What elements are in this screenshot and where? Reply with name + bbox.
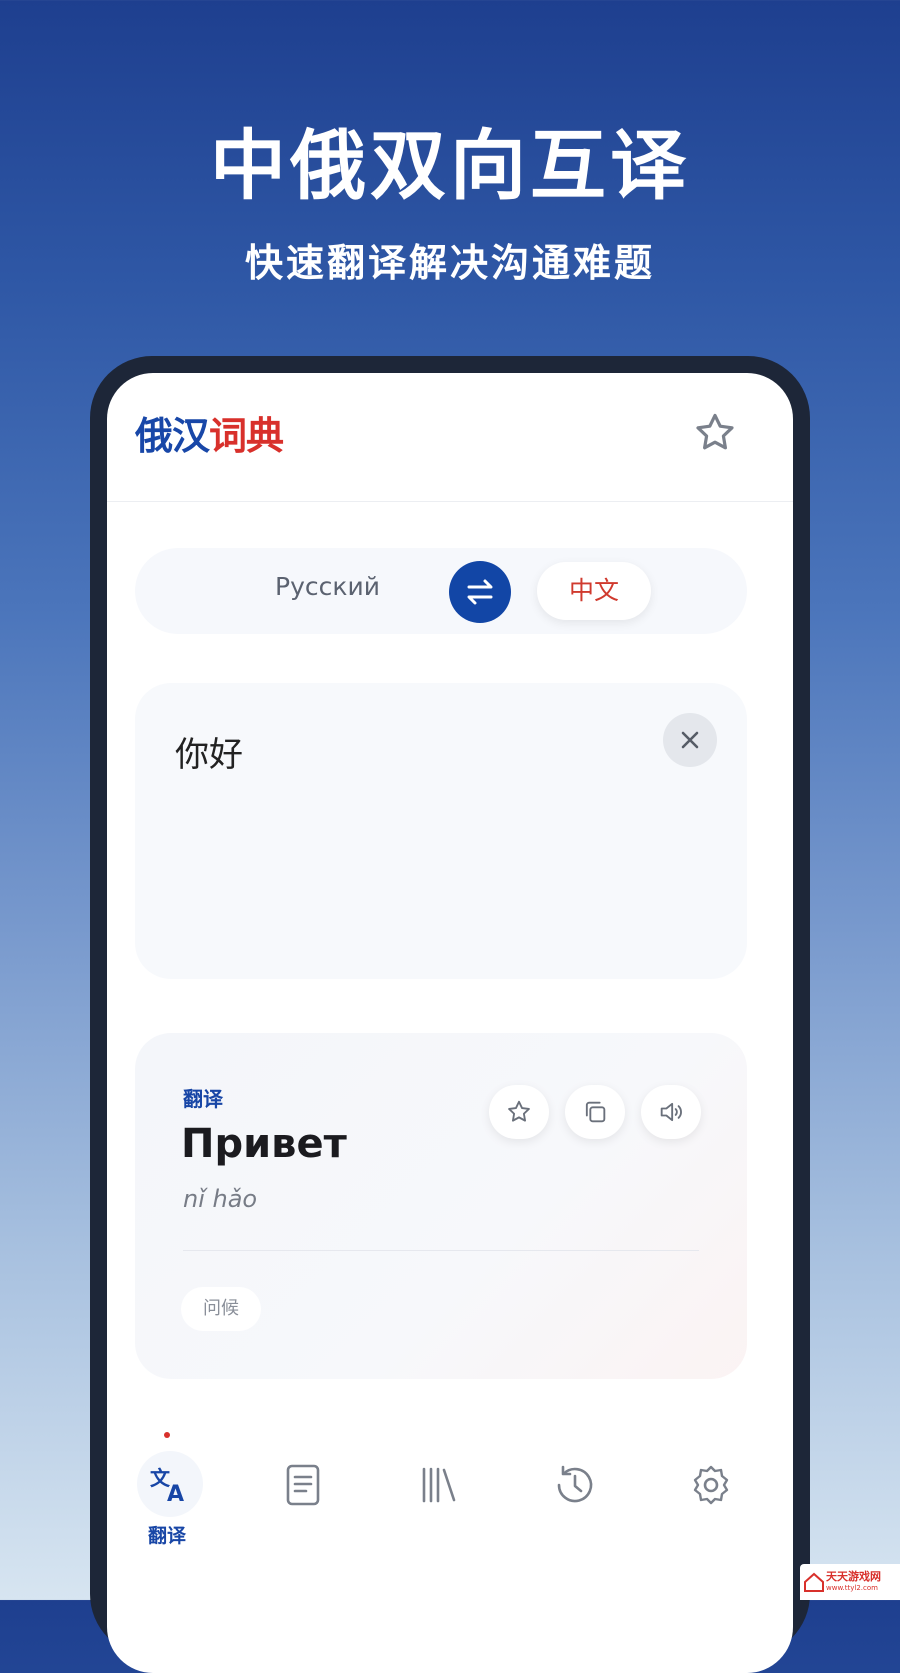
speak-result-button[interactable] [641, 1085, 701, 1139]
promo-subline: 快速翻译解决沟通难题 [244, 241, 655, 285]
book-icon [286, 1464, 320, 1506]
site-watermark: 天天游戏网 www.ttyl2.com [800, 1564, 900, 1600]
translated-word: Привет [181, 1121, 347, 1167]
app-logo: 俄汉词典 [135, 405, 284, 460]
copy-result-button[interactable] [565, 1085, 625, 1139]
speaker-icon [660, 1102, 682, 1122]
history-icon [557, 1465, 593, 1503]
phone-frame: 俄汉词典 Русский 中文 你好 翻译 Привет nǐ hǎo 问候 文… [90, 356, 810, 1673]
nav-translate[interactable]: 文 A [137, 1451, 203, 1517]
gear-icon [693, 1465, 729, 1505]
favorites-star-icon[interactable] [691, 409, 739, 457]
target-language-button[interactable]: 中文 [537, 562, 651, 620]
input-card[interactable]: 你好 [135, 683, 747, 979]
favorite-result-button[interactable] [489, 1085, 549, 1139]
watermark-text: 天天游戏网 [826, 1570, 881, 1583]
pinyin: nǐ hǎo [183, 1185, 258, 1213]
nav-translate-label: 翻译 [147, 1525, 186, 1547]
nav-history[interactable] [545, 1455, 605, 1515]
swap-arrows-icon [467, 579, 493, 605]
copy-icon [585, 1101, 606, 1123]
language-selector: Русский 中文 [135, 548, 747, 634]
category-tag[interactable]: 问候 [181, 1287, 261, 1331]
nav-library[interactable] [409, 1455, 469, 1515]
logo-part-1: 俄汉 [135, 414, 210, 458]
clear-input-button[interactable] [663, 713, 717, 767]
house-logo-icon [804, 1572, 824, 1592]
app-header: 俄汉词典 [107, 373, 793, 502]
swap-languages-button[interactable] [449, 561, 511, 623]
svg-text:A: A [167, 1482, 184, 1507]
watermark-url: www.ttyl2.com [826, 1584, 878, 1592]
logo-part-2: 词典 [209, 414, 284, 458]
nav-settings[interactable] [681, 1455, 741, 1515]
translate-icon: 文 A [150, 1466, 184, 1507]
source-text-input[interactable]: 你好 [175, 727, 243, 776]
library-icon [422, 1467, 456, 1503]
close-icon [681, 731, 699, 749]
result-label: 翻译 [183, 1087, 223, 1111]
nav-dictionary[interactable] [273, 1455, 333, 1515]
divider [183, 1250, 699, 1251]
promo-headline: 中俄双向互译 [210, 121, 690, 210]
active-indicator-dot [164, 1432, 170, 1438]
source-language-button[interactable]: Русский [275, 572, 380, 601]
app-screen: 俄汉词典 Русский 中文 你好 翻译 Привет nǐ hǎo 问候 文… [107, 373, 793, 1673]
star-icon [508, 1100, 530, 1122]
result-card: 翻译 Привет nǐ hǎo 问候 [135, 1033, 747, 1379]
